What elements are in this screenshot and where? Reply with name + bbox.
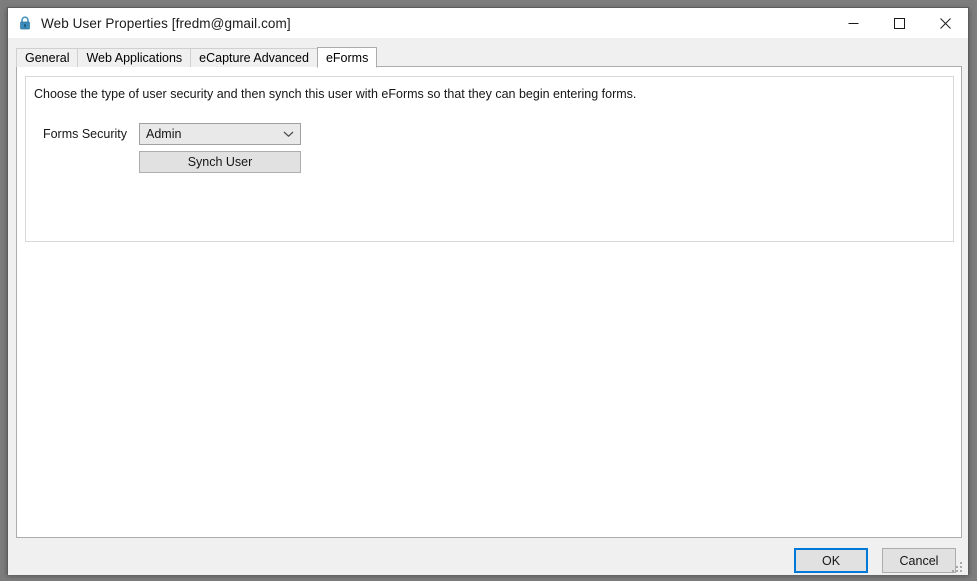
tab-web-applications[interactable]: Web Applications <box>77 48 192 67</box>
maximize-button[interactable] <box>876 8 922 38</box>
dialog-window: Web User Properties [fredm@gmail.com] Ge… <box>7 7 969 575</box>
tab-general[interactable]: General <box>16 48 79 67</box>
minimize-icon <box>848 22 858 24</box>
eforms-settings-panel: Choose the type of user security and the… <box>25 76 954 242</box>
tab-ecapture-advanced[interactable]: eCapture Advanced <box>190 48 318 67</box>
close-icon <box>939 17 951 29</box>
synch-user-button[interactable]: Synch User <box>139 151 301 173</box>
forms-security-select[interactable]: Admin <box>139 123 301 145</box>
tab-strip: General Web Applications eCapture Advanc… <box>16 46 962 68</box>
resize-grip[interactable] <box>952 559 965 572</box>
desktop-background: Web User Properties [fredm@gmail.com] Ge… <box>0 0 977 581</box>
tab-eforms[interactable]: eForms <box>316 47 378 68</box>
forms-security-label: Forms Security <box>42 127 127 141</box>
forms-security-value: Admin <box>146 127 182 141</box>
tab-page-eforms: Choose the type of user security and the… <box>16 66 962 538</box>
close-button[interactable] <box>922 8 968 38</box>
window-title: Web User Properties [fredm@gmail.com] <box>41 15 291 31</box>
ok-button[interactable]: OK <box>794 548 868 573</box>
forms-security-row: Forms Security Admin <box>34 123 301 145</box>
dialog-footer: OK Cancel <box>8 538 968 575</box>
maximize-icon <box>893 17 905 29</box>
window-controls <box>830 8 968 38</box>
title-bar: Web User Properties [fredm@gmail.com] <box>8 8 968 38</box>
chevron-down-icon <box>283 124 294 144</box>
minimize-button[interactable] <box>830 8 876 38</box>
panel-description: Choose the type of user security and the… <box>34 87 637 101</box>
lock-icon <box>16 14 34 32</box>
cancel-button[interactable]: Cancel <box>882 548 956 573</box>
